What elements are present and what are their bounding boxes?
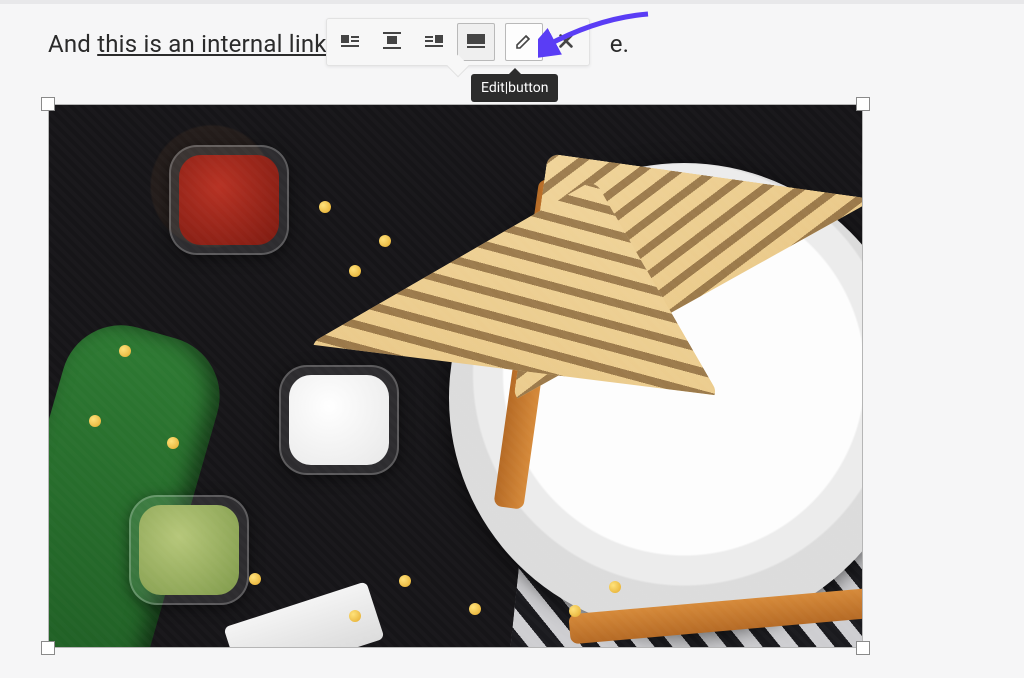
align-center-icon xyxy=(382,31,402,54)
image-content xyxy=(49,105,862,647)
align-left-button[interactable] xyxy=(331,23,369,61)
align-left-icon xyxy=(340,31,360,54)
align-none-icon xyxy=(466,31,486,54)
image-toolbar xyxy=(326,18,590,66)
align-right-button[interactable] xyxy=(415,23,453,61)
paragraph-text-suffix: e. xyxy=(604,30,630,58)
pencil-icon xyxy=(514,31,534,54)
align-none-button[interactable] xyxy=(457,23,495,61)
edit-button[interactable] xyxy=(505,23,543,61)
image-block[interactable] xyxy=(48,104,863,648)
resize-handle-top-right[interactable] xyxy=(856,97,870,111)
close-icon xyxy=(557,32,575,53)
toolbar-separator xyxy=(499,23,501,61)
resize-handle-bottom-left[interactable] xyxy=(41,641,55,655)
align-center-button[interactable] xyxy=(373,23,411,61)
editor-canvas[interactable]: And this is an internal link e. xyxy=(0,4,1024,648)
remove-button[interactable] xyxy=(547,23,585,61)
paragraph-text-prefix: And xyxy=(48,30,97,58)
tooltip: Edit|button xyxy=(471,74,558,102)
resize-handle-bottom-right[interactable] xyxy=(856,641,870,655)
paragraph-internal-link[interactable]: this is an internal link xyxy=(97,30,326,58)
align-right-icon xyxy=(424,31,444,54)
resize-handle-top-left[interactable] xyxy=(41,97,55,111)
